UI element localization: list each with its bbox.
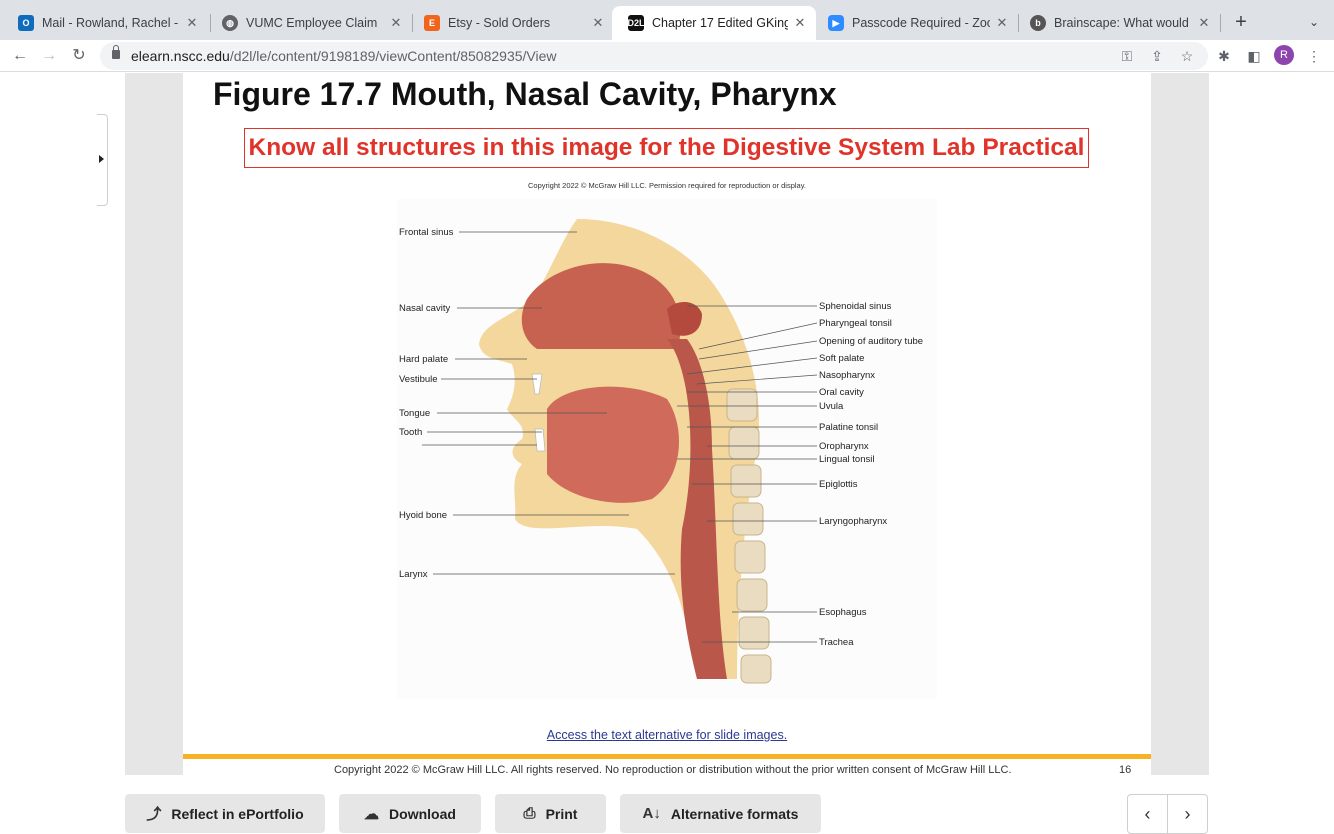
label-uvula: Uvula — [819, 401, 844, 412]
outlook-icon: O — [18, 15, 34, 31]
tab-title: Brainscape: What would yo — [1054, 16, 1192, 30]
key-icon[interactable]: ⚿ — [1118, 47, 1136, 65]
zoom-icon: ▶ — [828, 15, 844, 31]
share-icon[interactable]: ⇪ — [1148, 47, 1166, 65]
download-cloud-icon: ☁ — [364, 805, 380, 823]
brainscape-icon: b — [1030, 15, 1046, 31]
callout-box: Know all structures in this image for th… — [244, 128, 1089, 168]
label-hard-palate: Hard palate — [399, 354, 448, 365]
url-path: /d2l/le/content/9198189/viewContent/8508… — [229, 48, 557, 64]
label-tongue: Tongue — [399, 408, 430, 419]
label-esophagus: Esophagus — [819, 607, 867, 618]
tab-strip: O Mail - Rowland, Rachel - Ou ✕ ◍ VUMC E… — [0, 0, 1334, 40]
previous-page-button[interactable]: ‹ — [1127, 794, 1168, 834]
reload-icon[interactable]: ↻ — [67, 44, 91, 68]
label-epiglottis: Epiglottis — [819, 479, 858, 490]
download-button[interactable]: ☁ Download — [339, 794, 481, 833]
label-trachea: Trachea — [819, 637, 854, 648]
label-sphenoidal-sinus: Sphenoidal sinus — [819, 301, 892, 312]
close-tab-icon[interactable]: ✕ — [184, 15, 200, 31]
tab-title: Passcode Required - Zoom — [852, 16, 990, 30]
next-page-button[interactable]: › — [1167, 794, 1208, 834]
label-tooth: Tooth — [399, 427, 422, 438]
label-frontal-sinus: Frontal sinus — [399, 227, 454, 238]
label-pharyngeal-tonsil: Pharyngeal tonsil — [819, 318, 892, 329]
footer-copyright: Copyright 2022 © McGraw Hill LLC. All ri… — [334, 764, 1012, 776]
label-hyoid-bone: Hyoid bone — [399, 510, 447, 521]
etsy-icon: E — [424, 15, 440, 31]
d2l-icon: D2L — [628, 15, 645, 31]
close-tab-icon[interactable]: ✕ — [994, 15, 1010, 31]
slide-page-number: 16 — [1119, 764, 1132, 776]
reflect-label: Reflect in ePortfolio — [171, 805, 304, 822]
text-alternative-link[interactable]: Access the text alternative for slide im… — [183, 728, 1151, 742]
label-nasopharynx: Nasopharynx — [819, 370, 875, 381]
tab-brainscape[interactable]: b Brainscape: What would yo ✕ — [1014, 6, 1220, 40]
toggle-panel-button[interactable] — [97, 114, 108, 206]
print-label: Print — [545, 805, 578, 822]
tab-mail[interactable]: O Mail - Rowland, Rachel - Ou ✕ — [2, 6, 208, 40]
label-palatine-tonsil: Palatine tonsil — [819, 422, 878, 433]
slide: Figure 17.7 Mouth, Nasal Cavity, Pharynx… — [183, 73, 1151, 776]
lock-icon — [112, 45, 120, 59]
printer-icon: ⎙ — [523, 805, 536, 822]
alt-formats-icon: A↓ — [642, 805, 661, 822]
close-tab-icon[interactable]: ✕ — [388, 15, 404, 31]
tab-title: Mail - Rowland, Rachel - Ou — [42, 16, 180, 30]
alternative-formats-button[interactable]: A↓ Alternative formats — [620, 794, 821, 833]
label-soft-palate: Soft palate — [819, 353, 864, 364]
page-title: Figure 17.7 Mouth, Nasal Cavity, Pharynx — [213, 76, 837, 112]
tab-separator — [1220, 14, 1221, 32]
address-bar[interactable]: elearn.nscc.edu/d2l/le/content/9198189/v… — [100, 42, 1208, 70]
tongue-shape — [547, 386, 679, 503]
label-vestibule: Vestibule — [399, 374, 438, 385]
tab-etsy[interactable]: E Etsy - Sold Orders ✕ — [408, 6, 614, 40]
download-label: Download — [389, 805, 456, 822]
print-button[interactable]: ⎙ Print — [495, 794, 606, 833]
tab-title: Etsy - Sold Orders — [448, 16, 551, 30]
tab-title: VUMC Employee Claim — [246, 16, 378, 30]
alt-formats-label: Alternative formats — [670, 805, 799, 822]
browser-toolbar: ← → ↻ elearn.nscc.edu/d2l/le/content/919… — [0, 40, 1334, 72]
tab-search-icon[interactable]: ⌄ — [1304, 12, 1324, 32]
label-laryngopharynx: Laryngopharynx — [819, 516, 887, 527]
globe-icon: ◍ — [222, 15, 238, 31]
close-tab-icon[interactable]: ✕ — [1196, 15, 1212, 31]
tab-vumc[interactable]: ◍ VUMC Employee Claim ✕ — [206, 6, 412, 40]
label-larynx: Larynx — [399, 569, 428, 580]
anatomy-figure: Frontal sinus Nasal cavity Hard palate V… — [397, 199, 937, 699]
forward-icon[interactable]: → — [37, 44, 61, 68]
tab-zoom[interactable]: ▶ Passcode Required - Zoom ✕ — [812, 6, 1018, 40]
close-tab-icon[interactable]: ✕ — [792, 15, 808, 31]
label-opening-auditory-tube: Opening of auditory tube — [819, 336, 923, 347]
back-icon[interactable]: ← — [8, 44, 32, 68]
label-oral-cavity: Oral cavity — [819, 387, 864, 398]
url-text[interactable]: elearn.nscc.edu/d2l/le/content/9198189/v… — [131, 48, 557, 64]
tab-title: Chapter 17 Edited GKing - I — [652, 16, 788, 30]
new-tab-button[interactable]: + — [1230, 12, 1252, 34]
label-lingual-tonsil: Lingual tonsil — [819, 454, 874, 465]
label-nasal-cavity: Nasal cavity — [399, 303, 450, 314]
side-panel-icon[interactable]: ◧ — [1244, 46, 1264, 66]
extensions-icon[interactable]: ✱ — [1214, 46, 1234, 66]
reflect-eportfolio-button[interactable]: ⤴ Reflect in ePortfolio — [125, 794, 325, 833]
tab-chapter17[interactable]: D2L Chapter 17 Edited GKing - I ✕ — [612, 6, 816, 40]
label-oropharynx: Oropharynx — [819, 441, 869, 452]
reflect-icon: ⤴ — [146, 806, 162, 823]
footer-accent-bar — [183, 754, 1151, 759]
url-host: elearn.nscc.edu — [131, 48, 230, 64]
content-viewport: Figure 17.7 Mouth, Nasal Cavity, Pharynx… — [0, 73, 1334, 834]
avatar[interactable]: R — [1274, 45, 1294, 65]
close-tab-icon[interactable]: ✕ — [590, 15, 606, 31]
image-copyright: Copyright 2022 © McGraw Hill LLC. Permis… — [527, 181, 806, 190]
bookmark-star-icon[interactable]: ☆ — [1178, 47, 1196, 65]
menu-kebab-icon[interactable]: ⋮ — [1304, 46, 1324, 66]
